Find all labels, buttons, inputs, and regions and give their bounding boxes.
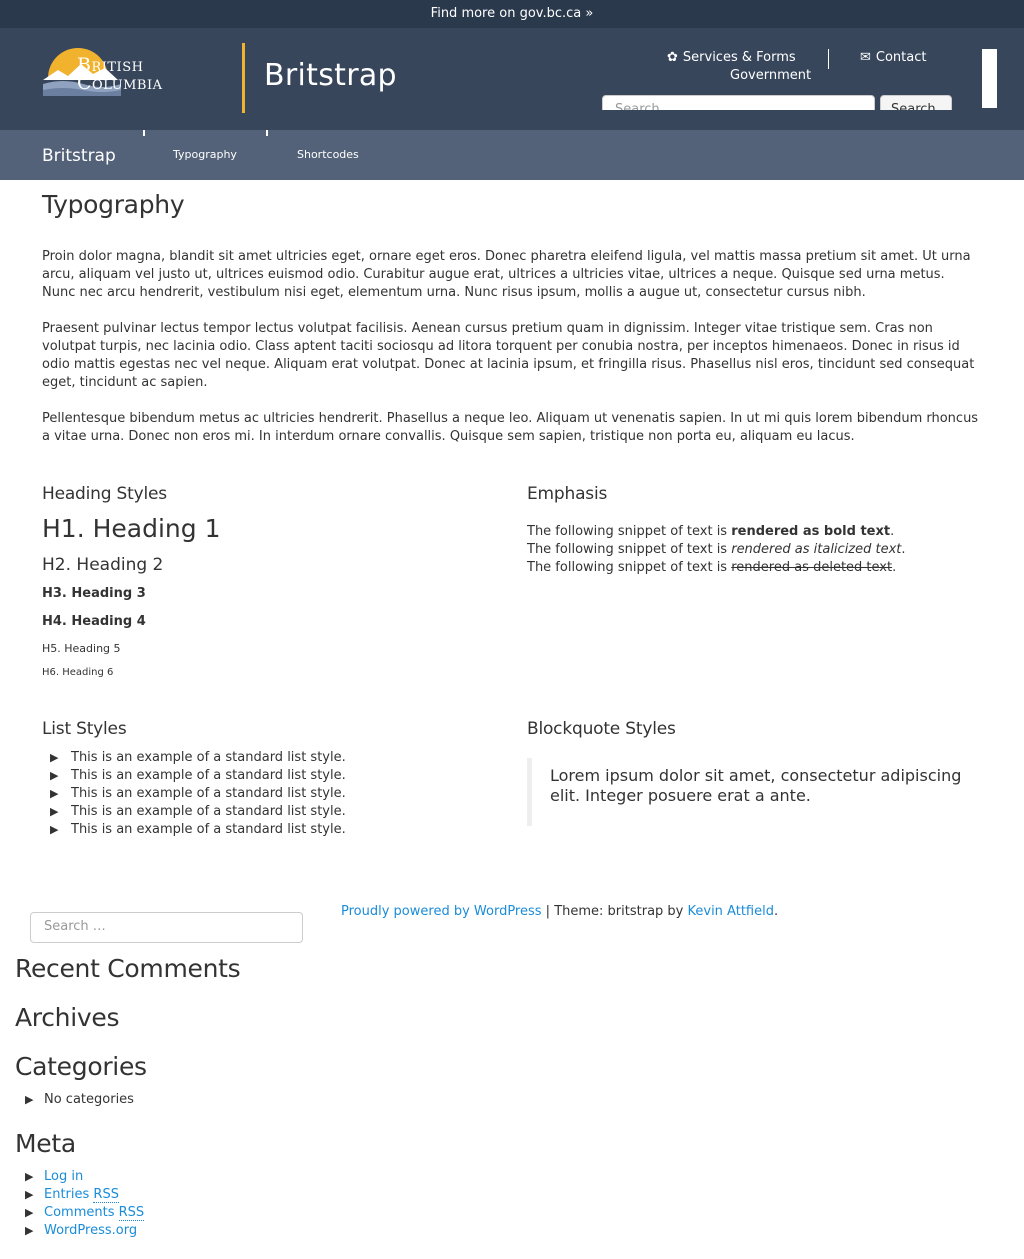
emphasis-bold-line: The following snippet of text is rendere… <box>527 524 895 539</box>
footer-credits: Proudly powered by WordPress | Theme: br… <box>341 904 779 919</box>
wordpress-org-link[interactable]: WordPress.org <box>44 1223 137 1238</box>
list-item: ▶ Entries RSS <box>25 1186 144 1204</box>
main-navbar <box>0 130 1024 180</box>
gear-icon: ✿ <box>667 50 678 65</box>
heading-2-demo: H2. Heading 2 <box>42 555 164 575</box>
triangle-right-icon: ▶ <box>25 1224 34 1237</box>
heading-styles-title: Heading Styles <box>42 484 167 504</box>
recent-comments-title: Recent Comments <box>15 954 241 983</box>
list-item: ▶ Log in <box>25 1168 144 1186</box>
heading-3-demo: H3. Heading 3 <box>42 586 146 601</box>
header-side-panel <box>982 49 997 108</box>
login-link[interactable]: Log in <box>44 1169 83 1184</box>
list-item: ▶ This is an example of a standard list s… <box>50 822 346 837</box>
logo-divider <box>242 43 245 113</box>
italic-text: rendered as italicized text <box>731 542 902 557</box>
navbar-brand[interactable]: Britstrap <box>42 146 116 166</box>
envelope-icon: ✉ <box>860 50 871 65</box>
triangle-right-icon: ▶ <box>25 1093 34 1106</box>
nav-tick <box>266 130 268 136</box>
bold-text: rendered as bold text <box>731 524 891 539</box>
nav-link-typography[interactable]: Typography <box>173 148 237 161</box>
blockquote: Lorem ipsum dolor sit amet, consectetur … <box>527 758 977 826</box>
categories-title: Categories <box>15 1052 147 1081</box>
paragraph: Praesent pulvinar lectus tempor lectus v… <box>42 321 975 390</box>
deleted-text: rendered as deleted text <box>731 560 893 575</box>
archives-title: Archives <box>15 1003 120 1032</box>
services-forms-link[interactable]: ✿ Services & Forms <box>667 50 796 65</box>
government-link[interactable]: Government <box>730 68 811 83</box>
list-item: ▶ This is an example of a standard list s… <box>50 768 346 783</box>
sidebar-search-input[interactable]: Search … <box>30 912 303 943</box>
list-item: ▶ This is an example of a standard list s… <box>50 804 346 819</box>
list-item: ▶ Comments RSS <box>25 1204 145 1222</box>
paragraph: Proin dolor magna, blandit sit amet ultr… <box>42 249 971 300</box>
triangle-right-icon: ▶ <box>50 805 59 818</box>
find-more-link[interactable]: Find more on gov.bc.ca » <box>431 6 594 21</box>
comments-rss-link[interactable]: Comments RSS <box>44 1205 145 1221</box>
triangle-right-icon: ▶ <box>25 1170 34 1183</box>
heading-4-demo: H4. Heading 4 <box>42 614 146 629</box>
list-item: ▶ This is an example of a standard list s… <box>50 786 346 801</box>
triangle-right-icon: ▶ <box>25 1206 34 1219</box>
header: British Columbia Britstrap ✿ Services & F… <box>0 28 1024 130</box>
blockquote-styles-title: Blockquote Styles <box>527 719 676 739</box>
triangle-right-icon: ▶ <box>50 751 59 764</box>
meta-list: ▶ Log in ▶ Entries RSS ▶ Comments RSS ▶ Word… <box>25 1168 145 1240</box>
logo-wordmark: British Columbia <box>77 54 163 94</box>
example-list: ▶ This is an example of a standard list s… <box>50 749 346 839</box>
entries-rss-link[interactable]: Entries RSS <box>44 1187 119 1203</box>
emphasis-title: Emphasis <box>527 484 608 504</box>
paragraph: Pellentesque bibendum metus ac ultricies… <box>42 411 979 444</box>
heading-6-demo: H6. Heading 6 <box>42 667 114 678</box>
list-item: ▶ No categories <box>25 1092 134 1107</box>
contact-link[interactable]: ✉ Contact <box>860 50 926 65</box>
nav-tick <box>143 130 145 136</box>
header-search-button[interactable]: Search <box>880 95 952 110</box>
site-title[interactable]: Britstrap <box>264 58 397 93</box>
header-search: Search Search <box>602 95 952 110</box>
author-link[interactable]: Kevin Attfield <box>688 904 774 919</box>
list-item: ▶ This is an example of a standard list s… <box>50 750 346 765</box>
emphasis-italic-line: The following snippet of text is rendere… <box>527 542 906 557</box>
list-styles-title: List Styles <box>42 719 127 739</box>
triangle-right-icon: ▶ <box>25 1188 34 1201</box>
list-item: ▶ WordPress.org <box>25 1222 144 1240</box>
nav-link-shortcodes[interactable]: Shortcodes <box>297 148 359 161</box>
triangle-right-icon: ▶ <box>50 769 59 782</box>
top-bar: Find more on gov.bc.ca » <box>0 0 1024 28</box>
categories-list: ▶ No categories <box>25 1091 134 1109</box>
emphasis-deleted-line: The following snippet of text is rendere… <box>527 560 897 575</box>
triangle-right-icon: ▶ <box>50 787 59 800</box>
header-search-input[interactable]: Search <box>602 95 875 110</box>
nav-separator <box>828 49 829 69</box>
wordpress-link[interactable]: Proudly powered by WordPress <box>341 904 542 919</box>
heading-1-demo: H1. Heading 1 <box>42 514 221 543</box>
heading-5-demo: H5. Heading 5 <box>42 642 121 655</box>
meta-title: Meta <box>15 1129 76 1158</box>
page-title: Typography <box>42 190 185 219</box>
triangle-right-icon: ▶ <box>50 823 59 836</box>
